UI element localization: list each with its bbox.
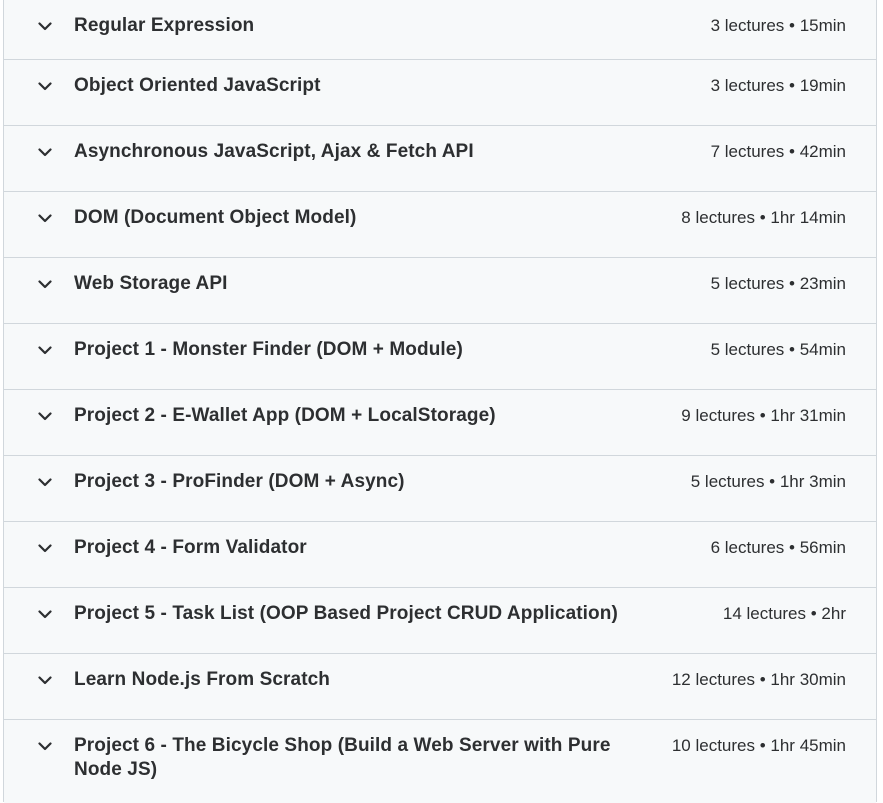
chevron-down-icon: [38, 211, 52, 225]
section-project-6[interactable]: Project 6 - The Bicycle Shop (Build a We…: [4, 720, 876, 803]
section-meta: 14 lectures • 2hr: [722, 604, 846, 623]
section-project-2[interactable]: Project 2 - E-Wallet App (DOM + LocalSto…: [4, 390, 876, 456]
section-title: Regular Expression: [74, 15, 255, 36]
section-title: Project 4 - Form Validator: [74, 537, 307, 558]
section-title: Project 3 - ProFinder (DOM + Async): [74, 471, 405, 492]
section-project-5[interactable]: Project 5 - Task List (OOP Based Project…: [4, 588, 876, 654]
section-web-storage-api[interactable]: Web Storage API 5 lectures • 23min: [4, 258, 876, 324]
section-project-1[interactable]: Project 1 - Monster Finder (DOM + Module…: [4, 324, 876, 390]
chevron-down-icon: [38, 277, 52, 291]
section-asynchronous-javascript[interactable]: Asynchronous JavaScript, Ajax & Fetch AP…: [4, 126, 876, 192]
chevron-down-icon: [38, 409, 52, 423]
section-project-3[interactable]: Project 3 - ProFinder (DOM + Async) 5 le…: [4, 456, 876, 522]
section-title: Project 6 - The Bicycle Shop (Build a We…: [74, 735, 611, 780]
section-meta: 5 lectures • 54min: [710, 340, 846, 359]
chevron-down-icon: [38, 607, 52, 621]
section-title: DOM (Document Object Model): [74, 207, 357, 228]
section-meta: 10 lectures • 1hr 45min: [671, 736, 846, 755]
section-project-4[interactable]: Project 4 - Form Validator 6 lectures • …: [4, 522, 876, 588]
chevron-down-icon: [38, 739, 52, 753]
chevron-down-icon: [38, 475, 52, 489]
section-title: Project 2 - E-Wallet App (DOM + LocalSto…: [74, 405, 496, 426]
section-learn-nodejs[interactable]: Learn Node.js From Scratch 12 lectures •…: [4, 654, 876, 720]
section-title: Learn Node.js From Scratch: [74, 669, 331, 690]
section-title: Project 1 - Monster Finder (DOM + Module…: [74, 339, 463, 360]
section-regular-expression[interactable]: Regular Expression 3 lectures • 15min: [4, 0, 876, 60]
section-meta: 6 lectures • 56min: [710, 538, 846, 557]
chevron-down-icon: [38, 145, 52, 159]
section-meta: 5 lectures • 1hr 3min: [690, 472, 846, 491]
section-title: Object Oriented JavaScript: [74, 75, 321, 96]
section-meta: 3 lectures • 19min: [710, 76, 846, 95]
chevron-down-icon: [38, 19, 52, 33]
section-meta: 8 lectures • 1hr 14min: [681, 208, 846, 227]
section-object-oriented-javascript[interactable]: Object Oriented JavaScript 3 lectures • …: [4, 60, 876, 126]
chevron-down-icon: [38, 673, 52, 687]
course-curriculum: Regular Expression 3 lectures • 15min Ob…: [3, 0, 877, 803]
section-dom[interactable]: DOM (Document Object Model) 8 lectures •…: [4, 192, 876, 258]
chevron-down-icon: [38, 79, 52, 93]
section-title: Project 5 - Task List (OOP Based Project…: [74, 603, 618, 624]
section-meta: 12 lectures • 1hr 30min: [671, 670, 846, 689]
section-meta: 3 lectures • 15min: [710, 16, 846, 35]
chevron-down-icon: [38, 343, 52, 357]
section-title: Asynchronous JavaScript, Ajax & Fetch AP…: [74, 141, 474, 162]
section-meta: 7 lectures • 42min: [710, 142, 846, 161]
section-meta: 5 lectures • 23min: [710, 274, 846, 293]
section-title: Web Storage API: [74, 273, 228, 294]
section-meta: 9 lectures • 1hr 31min: [681, 406, 846, 425]
chevron-down-icon: [38, 541, 52, 555]
